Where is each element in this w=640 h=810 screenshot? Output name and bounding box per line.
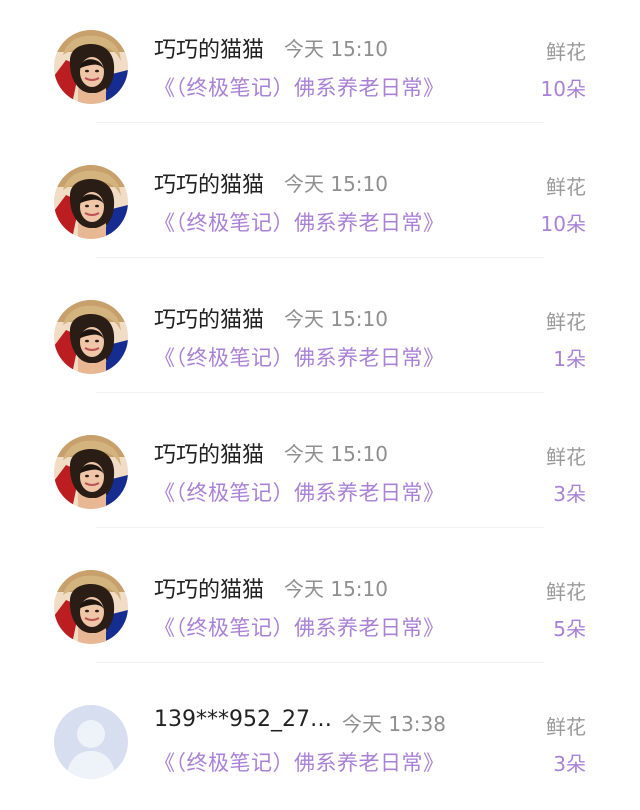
row-divider [96,257,544,258]
row-divider [96,662,544,663]
row-divider [96,392,544,393]
gift-type-label: 鲜花 [546,715,586,739]
gift-time: 今天 15:10 [284,577,388,601]
book-title-link[interactable]: 《（终极笔记）佛系养老日常》 [154,72,445,102]
user-avatar[interactable] [54,705,128,779]
gift-time: 今天 15:10 [284,442,388,466]
user-avatar[interactable] [54,435,128,509]
gift-record-row[interactable]: 巧巧的猫猫 今天 15:10 《（终极笔记）佛系养老日常》 鲜花 5朵 [0,540,640,675]
gift-record-row[interactable]: 巧巧的猫猫 今天 15:10 《（终极笔记）佛系养老日常》 鲜花 10朵 [0,135,640,270]
gift-record-row[interactable]: 巧巧的猫猫 今天 15:10 《（终极笔记）佛系养老日常》 鲜花 10朵 [0,0,640,135]
gift-count: 3朵 [553,752,586,776]
user-name[interactable]: 巧巧的猫猫 [154,32,264,64]
gift-record-row[interactable]: 巧巧的猫猫 今天 15:10 《（终极笔记）佛系养老日常》 鲜花 3朵 [0,405,640,540]
photo-avatar [54,435,128,509]
user-avatar[interactable] [54,570,128,644]
gift-time: 今天 15:10 [284,37,388,61]
gift-time: 今天 13:38 [342,712,446,736]
gift-count: 1朵 [553,347,586,371]
photo-avatar [54,300,128,374]
gift-type-label: 鲜花 [546,40,586,64]
gift-count: 10朵 [540,212,586,236]
flower-gift-list: 巧巧的猫猫 今天 15:10 《（终极笔记）佛系养老日常》 鲜花 10朵 巧巧的… [0,0,640,804]
gift-record-row[interactable]: 139***952_27… 今天 13:38 《（终极笔记）佛系养老日常》 鲜花… [0,675,640,810]
book-title-link[interactable]: 《（终极笔记）佛系养老日常》 [154,612,445,642]
photo-avatar [54,570,128,644]
gift-time: 今天 15:10 [284,172,388,196]
user-name[interactable]: 巧巧的猫猫 [154,167,264,199]
gift-count: 3朵 [553,482,586,506]
row-divider [96,527,544,528]
gift-time: 今天 15:10 [284,307,388,331]
default-avatar-icon [54,705,128,779]
photo-avatar [54,165,128,239]
book-title-link[interactable]: 《（终极笔记）佛系养老日常》 [154,477,445,507]
row-divider [96,122,544,123]
user-name[interactable]: 巧巧的猫猫 [154,437,264,469]
photo-avatar [54,30,128,104]
book-title-link[interactable]: 《（终极笔记）佛系养老日常》 [154,207,445,237]
user-avatar[interactable] [54,30,128,104]
user-avatar[interactable] [54,300,128,374]
user-name[interactable]: 巧巧的猫猫 [154,302,264,334]
gift-type-label: 鲜花 [546,445,586,469]
user-name[interactable]: 139***952_27… [154,707,332,732]
user-name[interactable]: 巧巧的猫猫 [154,572,264,604]
gift-type-label: 鲜花 [546,175,586,199]
gift-count: 10朵 [540,77,586,101]
gift-type-label: 鲜花 [546,310,586,334]
gift-type-label: 鲜花 [546,580,586,604]
book-title-link[interactable]: 《（终极笔记）佛系养老日常》 [154,747,445,777]
gift-record-row[interactable]: 巧巧的猫猫 今天 15:10 《（终极笔记）佛系养老日常》 鲜花 1朵 [0,270,640,405]
gift-count: 5朵 [553,617,586,641]
book-title-link[interactable]: 《（终极笔记）佛系养老日常》 [154,342,445,372]
user-avatar[interactable] [54,165,128,239]
